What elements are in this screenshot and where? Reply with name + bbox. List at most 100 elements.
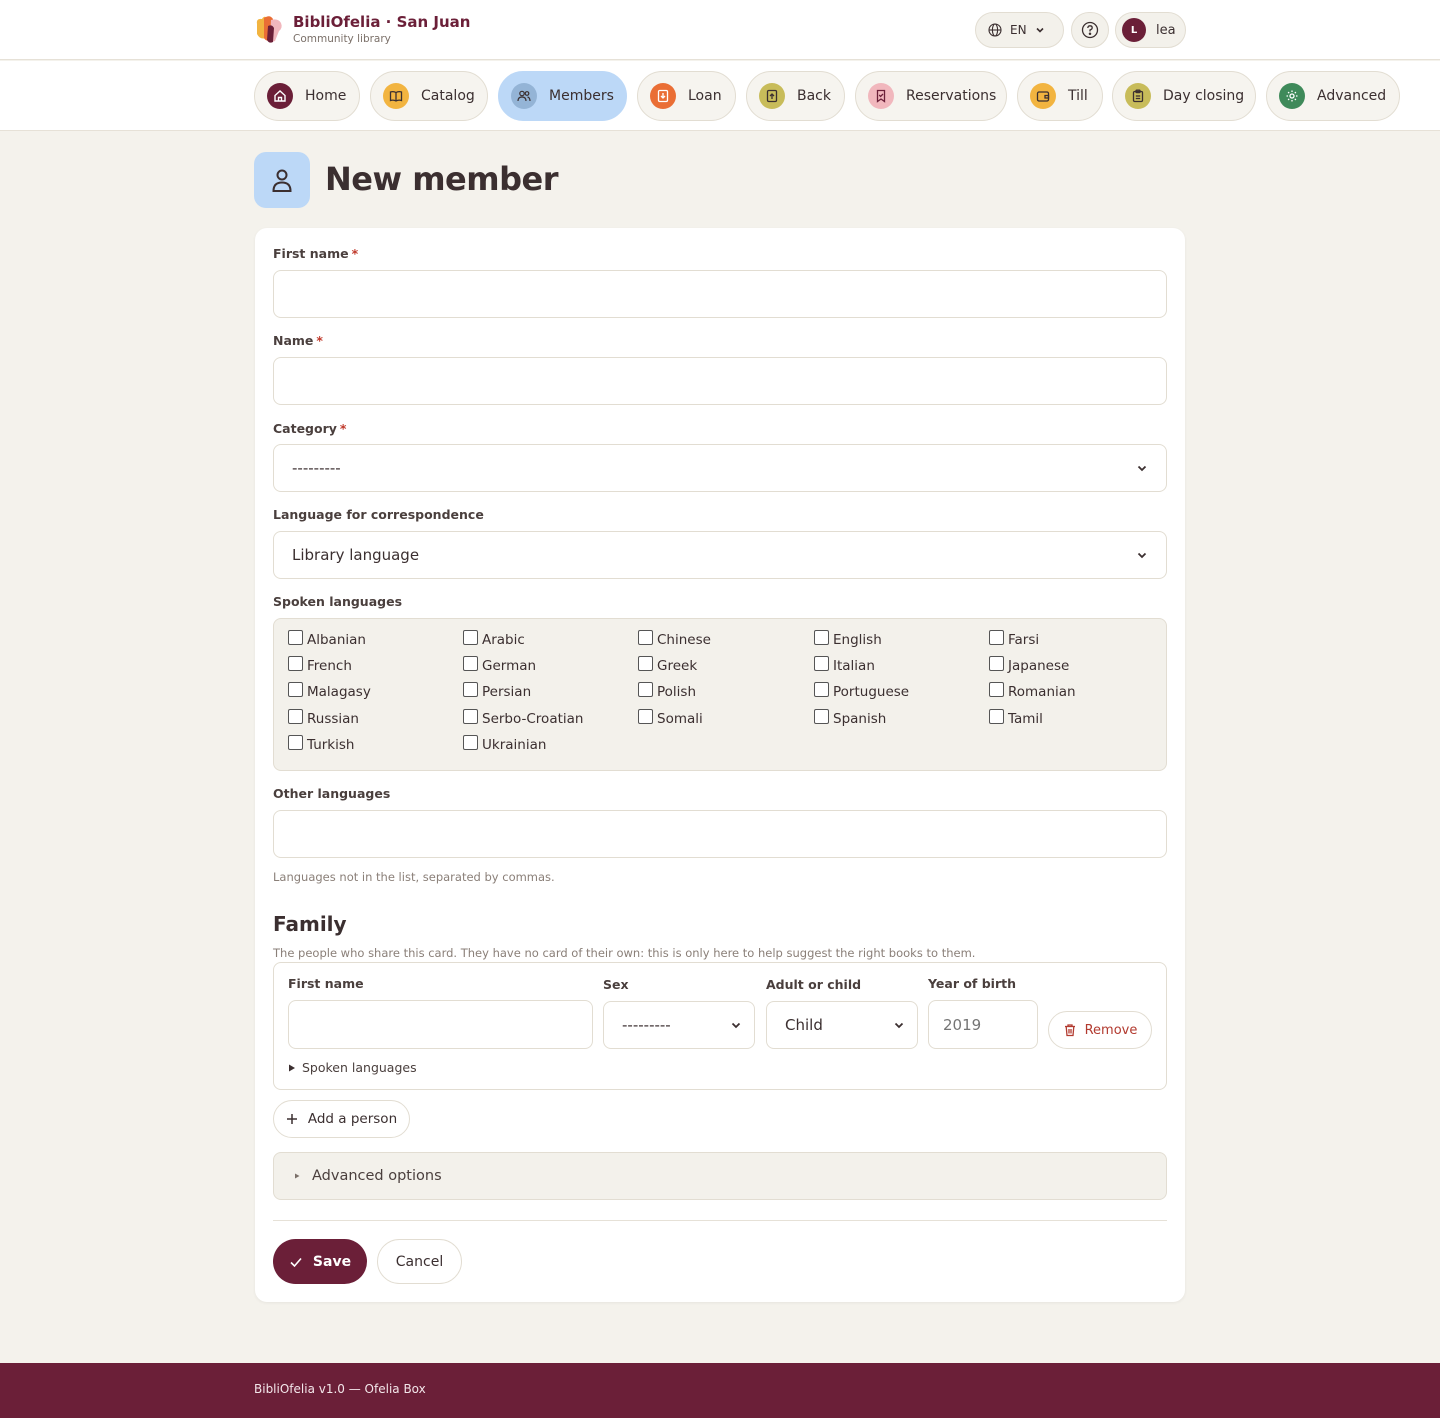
language-checkbox-spanish[interactable]: Spanish <box>814 709 886 727</box>
checkbox[interactable] <box>638 630 653 645</box>
checkbox[interactable] <box>288 709 303 724</box>
checkbox-label: Polish <box>657 684 697 700</box>
checkbox-label: English <box>833 632 882 648</box>
add-person-button[interactable]: Add a person <box>273 1100 410 1138</box>
language-checkbox-french[interactable]: French <box>288 656 352 674</box>
checkbox[interactable] <box>463 709 478 724</box>
name-input[interactable] <box>273 357 1167 405</box>
language-checkbox-serbo-croatian[interactable]: Serbo-Croatian <box>463 709 583 727</box>
checkbox[interactable] <box>463 735 478 750</box>
category-selected-value: --------- <box>292 459 341 477</box>
divider <box>273 1220 1167 1221</box>
checkbox[interactable] <box>638 709 653 724</box>
correspondence-language-select[interactable]: Library language <box>273 531 1167 579</box>
checkbox[interactable] <box>814 656 829 671</box>
page-title: New member <box>325 160 558 198</box>
checkbox[interactable] <box>288 656 303 671</box>
library-logo-icon[interactable] <box>254 14 284 46</box>
family-sex-select[interactable]: --------- <box>603 1001 755 1049</box>
checkbox[interactable] <box>989 709 1004 724</box>
language-checkbox-romanian[interactable]: Romanian <box>989 682 1076 700</box>
language-checkbox-chinese[interactable]: Chinese <box>638 630 711 648</box>
trash-icon <box>1064 1024 1075 1037</box>
chevron-down-icon <box>1137 465 1147 472</box>
language-checkbox-italian[interactable]: Italian <box>814 656 875 674</box>
language-checkbox-russian[interactable]: Russian <box>288 709 359 727</box>
return-icon <box>759 83 785 109</box>
other-languages-help: Languages not in the list, separated by … <box>273 870 555 884</box>
checkbox[interactable] <box>989 682 1004 697</box>
language-checkbox-japanese[interactable]: Japanese <box>989 656 1069 674</box>
nav-item-back[interactable]: Back <box>746 71 845 121</box>
remove-button-label: Remove <box>1084 1022 1138 1038</box>
language-checkbox-english[interactable]: English <box>814 630 882 648</box>
family-year-of-birth-input[interactable] <box>928 1000 1038 1049</box>
checkbox[interactable] <box>288 735 303 750</box>
checkbox[interactable] <box>638 682 653 697</box>
checkbox-label: Italian <box>833 658 875 674</box>
nav-item-home[interactable]: Home <box>254 71 360 121</box>
help-button[interactable] <box>1071 12 1109 48</box>
family-sex-label: Sex <box>603 977 629 992</box>
language-checkbox-somali[interactable]: Somali <box>638 709 703 727</box>
checkbox[interactable] <box>463 682 478 697</box>
nav-item-advanced[interactable]: Advanced <box>1266 71 1400 121</box>
checkbox[interactable] <box>814 630 829 645</box>
save-button[interactable]: Save <box>273 1239 367 1284</box>
other-languages-input[interactable] <box>273 810 1167 858</box>
language-switcher[interactable]: EN <box>975 12 1064 48</box>
checkbox[interactable] <box>814 682 829 697</box>
category-select[interactable]: --------- <box>273 444 1167 492</box>
nav-item-catalog[interactable]: Catalog <box>370 71 488 121</box>
add-person-label: Add a person <box>307 1111 398 1127</box>
checkbox[interactable] <box>288 682 303 697</box>
language-checkbox-tamil[interactable]: Tamil <box>989 709 1043 727</box>
family-spoken-languages-toggle[interactable]: Spoken languages <box>288 1060 417 1075</box>
language-checkbox-greek[interactable]: Greek <box>638 656 697 674</box>
nav-item-day-closing[interactable]: Day closing <box>1112 71 1256 121</box>
language-checkbox-ukrainian[interactable]: Ukrainian <box>463 735 546 753</box>
checkbox-label: Arabic <box>482 632 525 648</box>
language-checkbox-malagasy[interactable]: Malagasy <box>288 682 371 700</box>
family-first-name-input[interactable] <box>288 1000 593 1049</box>
correspondence-language-selected-value: Library language <box>292 546 420 564</box>
language-checkbox-turkish[interactable]: Turkish <box>288 735 354 753</box>
language-checkbox-german[interactable]: German <box>463 656 536 674</box>
nav-label: Members <box>549 88 614 104</box>
advanced-options-toggle[interactable]: Advanced options <box>273 1152 1167 1200</box>
user-menu[interactable]: L lea <box>1115 12 1186 48</box>
triangle-right-icon <box>289 1064 295 1071</box>
book-icon <box>383 83 409 109</box>
language-checkbox-polish[interactable]: Polish <box>638 682 696 700</box>
checkbox[interactable] <box>989 630 1004 645</box>
language-checkbox-farsi[interactable]: Farsi <box>989 630 1039 648</box>
checkbox[interactable] <box>463 630 478 645</box>
checkbox[interactable] <box>463 656 478 671</box>
checkbox-label: Japanese <box>1008 658 1070 674</box>
checkbox[interactable] <box>638 656 653 671</box>
cancel-button[interactable]: Cancel <box>377 1239 462 1284</box>
family-sex-selected-value: --------- <box>622 1016 671 1034</box>
nav-item-loan[interactable]: Loan <box>637 71 736 121</box>
remove-person-button[interactable]: Remove <box>1048 1011 1152 1049</box>
checkbox-label: Turkish <box>307 737 355 753</box>
family-age-group-select[interactable]: Child <box>766 1001 918 1049</box>
nav-label: Advanced <box>1317 88 1387 104</box>
nav-item-till[interactable]: Till <box>1017 71 1103 121</box>
language-checkbox-portuguese[interactable]: Portuguese <box>814 682 909 700</box>
checkbox[interactable] <box>288 630 303 645</box>
checkbox-label: Chinese <box>657 632 711 648</box>
checkbox[interactable] <box>814 709 829 724</box>
language-checkbox-albanian[interactable]: Albanian <box>288 630 366 648</box>
nav-item-members[interactable]: Members <box>498 71 627 121</box>
language-checkbox-arabic[interactable]: Arabic <box>463 630 525 648</box>
nav-item-reservations[interactable]: Reservations <box>855 71 1007 121</box>
other-languages-label: Other languages <box>273 786 391 801</box>
checkbox-label: Greek <box>657 658 698 674</box>
name-label: Name * <box>273 333 323 348</box>
nav-label: Back <box>797 88 831 104</box>
checkbox-label: Farsi <box>1008 632 1040 648</box>
checkbox[interactable] <box>989 656 1004 671</box>
first-name-input[interactable] <box>273 270 1167 318</box>
language-checkbox-persian[interactable]: Persian <box>463 682 531 700</box>
